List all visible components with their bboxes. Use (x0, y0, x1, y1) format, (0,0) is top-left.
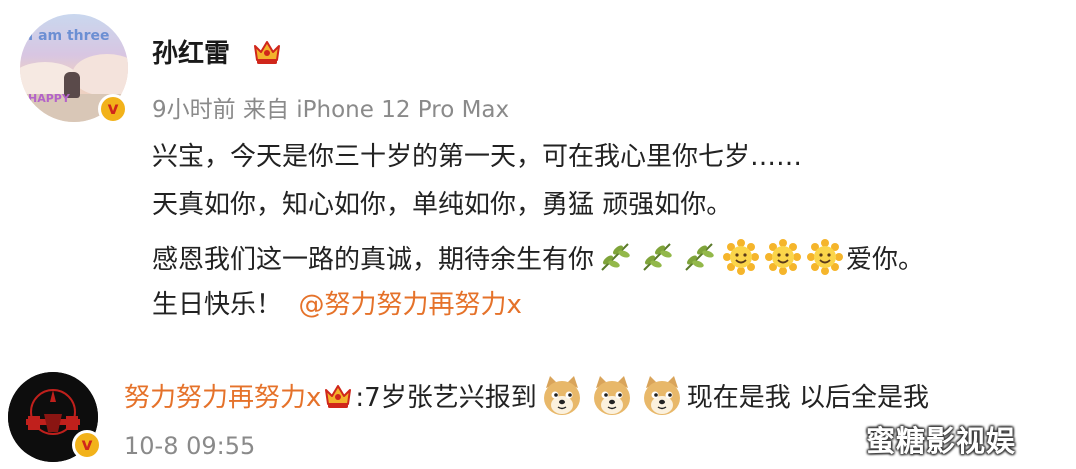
post-text-segment: 爱你。 (846, 245, 925, 275)
doge-emoji-icon (643, 376, 680, 415)
vip-crown-icon (325, 385, 352, 408)
post-text-line: 感恩我们这一路的真诚，期待余生有你 爱你。 (152, 238, 924, 277)
sun-face-emoji-icon (723, 239, 760, 275)
avatar-cloud (72, 54, 128, 96)
verified-badge-icon: v (98, 94, 128, 124)
reply-timestamp: 10-8 09:55 (124, 432, 256, 460)
reply-text: :7岁张艺兴报到 (355, 383, 537, 413)
post-text-line: 生日快乐！ @努力努力再努力x (152, 288, 522, 322)
post-text-segment: 生日快乐！ (152, 290, 283, 320)
reply-text: 现在是我 以后全是我 (686, 383, 929, 413)
olive-branch-emoji-icon (685, 243, 714, 271)
avatar-caption: I am three (28, 28, 110, 44)
verified-badge-icon: v (72, 430, 102, 460)
watermark: 蜜糖影视娱 (866, 424, 1017, 458)
avatar-caption: HAPPY (28, 92, 70, 105)
olive-branch-emoji-icon (601, 243, 630, 271)
post-text-segment: 感恩我们这一路的真诚，期待余生有你 (152, 245, 595, 275)
vip-crown-icon (254, 41, 280, 64)
post-text-line: 兴宝，今天是你三十岁的第一天，可在我心里你七岁…… (152, 142, 803, 172)
doge-emoji-icon (593, 376, 630, 415)
olive-branch-emoji-icon (643, 243, 672, 271)
reply-comment: 努力努力再努力x :7岁张艺兴报到 现在是我 以后全是我 (124, 374, 929, 418)
doge-emoji-icon (543, 376, 580, 415)
post-meta: 9小时前 来自 iPhone 12 Pro Max (152, 97, 510, 123)
mention-link[interactable]: @努力努力再努力x (299, 290, 522, 320)
sun-face-emoji-icon (807, 239, 844, 275)
post-text-line: 天真如你，知心如你，单纯如你，勇猛 顽强如你。 (152, 190, 733, 220)
sun-face-emoji-icon (765, 239, 802, 275)
reply-author-link[interactable]: 努力努力再努力x (124, 383, 321, 413)
author-name[interactable]: 孙红雷 (152, 33, 230, 70)
